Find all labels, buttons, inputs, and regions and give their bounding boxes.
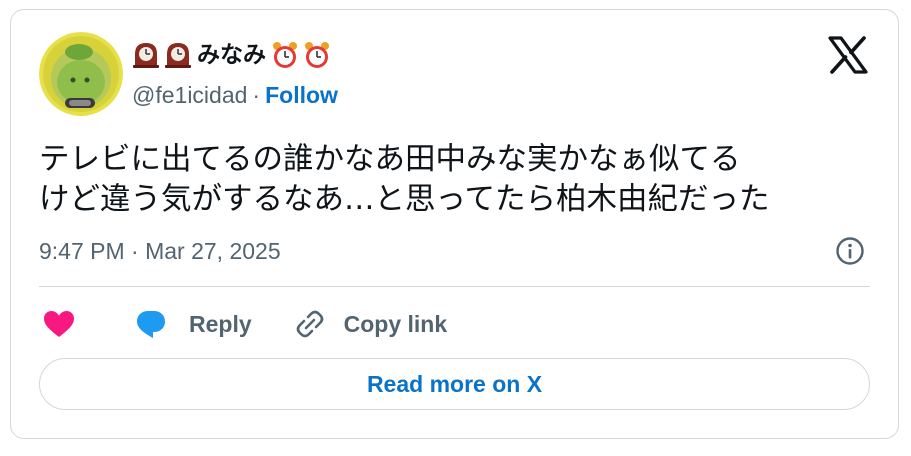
read-more-button[interactable]: Read more on X [39,358,870,410]
mantelpiece-clock-icon [131,40,161,70]
alarm-clock-icon [302,40,332,70]
tweet-embed-card: みなみ @fe1icidad · Follow テレビに出てるの誰かなあ田中みな… [10,9,899,439]
tweet-timestamp[interactable]: 9:47 PM · Mar 27, 2025 [39,236,281,266]
read-more-label: Read more on X [366,370,543,397]
x-logo-icon[interactable] [828,36,868,74]
handle-separator: · [252,82,261,108]
tweet-text-line: けど違う気がするなあ…と思ってたら柏木由紀だった [39,182,770,217]
mantelpiece-clock-icon [163,40,193,70]
copy-link-label: Copy link [343,310,448,337]
alarm-clock-icon [270,40,300,70]
reply-label: Reply [189,310,252,337]
info-icon[interactable] [834,235,866,267]
divider [39,286,870,287]
like-button[interactable] [41,306,77,342]
action-bar: Reply Copy link [41,304,447,344]
speech-bubble-icon [133,306,169,342]
follow-link[interactable]: Follow [265,82,338,108]
reply-button[interactable]: Reply [133,306,252,342]
tweet-text-line: テレビに出てるの誰かなあ田中みな実かなぁ似てる [39,142,741,177]
heart-icon [41,306,77,342]
author-handle[interactable]: @fe1icidad [132,82,247,108]
author-name-row[interactable]: みなみ [131,38,332,72]
avatar[interactable] [39,32,123,116]
author-display-name[interactable]: みなみ [195,40,268,70]
tweet-text: テレビに出てるの誰かなあ田中みな実かなぁ似てる けど違う気がするなあ…と思ってた… [39,140,879,220]
handle-row: @fe1icidad · Follow [132,80,338,110]
copy-link-button[interactable]: Copy link [292,306,448,342]
link-icon [292,306,328,342]
